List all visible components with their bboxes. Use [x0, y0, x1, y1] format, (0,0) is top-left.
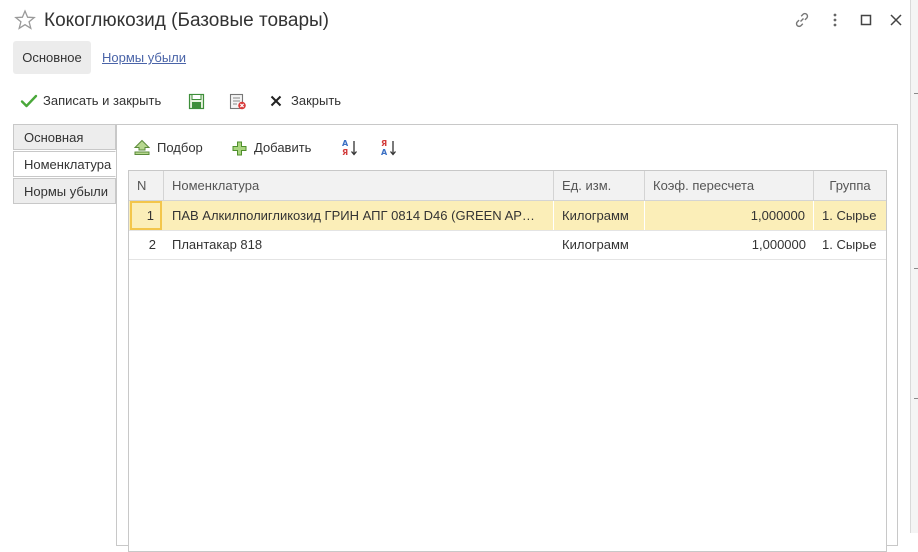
svg-text:Я: Я	[342, 148, 348, 157]
add-label: Добавить	[254, 140, 312, 155]
plus-icon	[232, 141, 247, 156]
more-actions-icon[interactable]	[826, 11, 844, 29]
cell-group[interactable]: 1. Сырье	[814, 230, 886, 259]
sort-ascending-icon: А Я	[342, 139, 357, 157]
header-group[interactable]: Группа	[814, 171, 886, 200]
favorite-star-icon[interactable]	[14, 9, 36, 31]
cell-nomenclature[interactable]: Плантакар 818	[164, 230, 554, 259]
header-n[interactable]: N	[129, 171, 164, 200]
close-window-icon[interactable]	[887, 11, 905, 29]
nav-losses-link[interactable]: Нормы убыли	[102, 41, 186, 74]
cell-n[interactable]: 1	[130, 201, 162, 230]
link-icon[interactable]	[793, 11, 811, 29]
title-bar: Кокоглюкозид (Базовые товары)	[0, 0, 910, 40]
maximize-icon[interactable]	[857, 11, 875, 29]
command-bar: Записать и закрыть Закрыть	[0, 84, 910, 118]
form-window: Кокоглюкозид (Базовые товары) Основное Н…	[0, 0, 911, 552]
header-coefficient[interactable]: Коэф. пересчета	[645, 171, 814, 200]
tab-loss-norms[interactable]: Нормы убыли	[13, 178, 116, 204]
pick-button[interactable]: Подбор	[133, 135, 208, 161]
table-header: N Номенклатура Ед. изм. Коэф. пересчета …	[129, 171, 886, 201]
cell-coefficient[interactable]: 1,000000	[645, 230, 814, 259]
sort-descending-icon: Я А	[381, 139, 396, 157]
cell-unit[interactable]: Килограмм	[554, 230, 645, 259]
window-title: Кокоглюкозид (Базовые товары)	[44, 10, 330, 31]
save-and-close-button[interactable]: Записать и закрыть	[18, 84, 166, 118]
form-navigation: Основное Нормы убыли	[0, 40, 910, 76]
cell-nomenclature[interactable]: ПАВ Алкилполигликозид ГРИН АПГ 0814 D46 …	[164, 201, 554, 230]
add-button[interactable]: Добавить	[232, 135, 317, 161]
save-button[interactable]	[188, 84, 208, 118]
document-delete-icon	[229, 93, 246, 110]
svg-text:Я: Я	[381, 139, 387, 148]
pick-label: Подбор	[157, 140, 203, 155]
edge-mark	[914, 93, 918, 94]
sort-ascending-button[interactable]: А Я	[341, 135, 361, 161]
floppy-disk-icon	[188, 93, 205, 110]
cell-n[interactable]: 2	[129, 230, 164, 259]
header-unit[interactable]: Ед. изм.	[554, 171, 645, 200]
cell-unit[interactable]: Килограмм	[554, 201, 645, 230]
table-row[interactable]: 1 ПАВ Алкилполигликозид ГРИН АПГ 0814 D4…	[129, 201, 886, 231]
edge-mark	[914, 268, 918, 269]
tab-nomenclature[interactable]: Номенклатура	[13, 151, 116, 177]
tab-content-panel: Подбор Добавить А Я Я А N Номенклатура Е…	[116, 124, 898, 552]
svg-text:А: А	[381, 148, 388, 157]
close-button[interactable]: Закрыть	[268, 84, 348, 118]
close-label: Закрыть	[291, 93, 342, 108]
tab-main[interactable]: Основная	[13, 124, 116, 150]
header-nomenclature[interactable]: Номенклатура	[164, 171, 554, 200]
nomenclature-table[interactable]: N Номенклатура Ед. изм. Коэф. пересчета …	[128, 170, 887, 552]
background-window-edge	[911, 0, 918, 533]
close-icon	[270, 95, 282, 107]
save-and-close-label: Записать и закрыть	[43, 93, 162, 108]
nav-main[interactable]: Основное	[13, 41, 91, 74]
sort-descending-button[interactable]: Я А	[380, 135, 400, 161]
delete-mark-button[interactable]	[229, 84, 249, 118]
table-row[interactable]: 2 Плантакар 818 Килограмм 1,000000 1. Сы…	[129, 230, 886, 260]
cell-coefficient[interactable]: 1,000000	[645, 201, 814, 230]
check-icon	[20, 94, 38, 108]
edge-mark	[914, 398, 918, 399]
svg-text:А: А	[342, 139, 349, 148]
pick-upload-icon	[133, 139, 151, 155]
cell-group[interactable]: 1. Сырье	[814, 201, 886, 230]
